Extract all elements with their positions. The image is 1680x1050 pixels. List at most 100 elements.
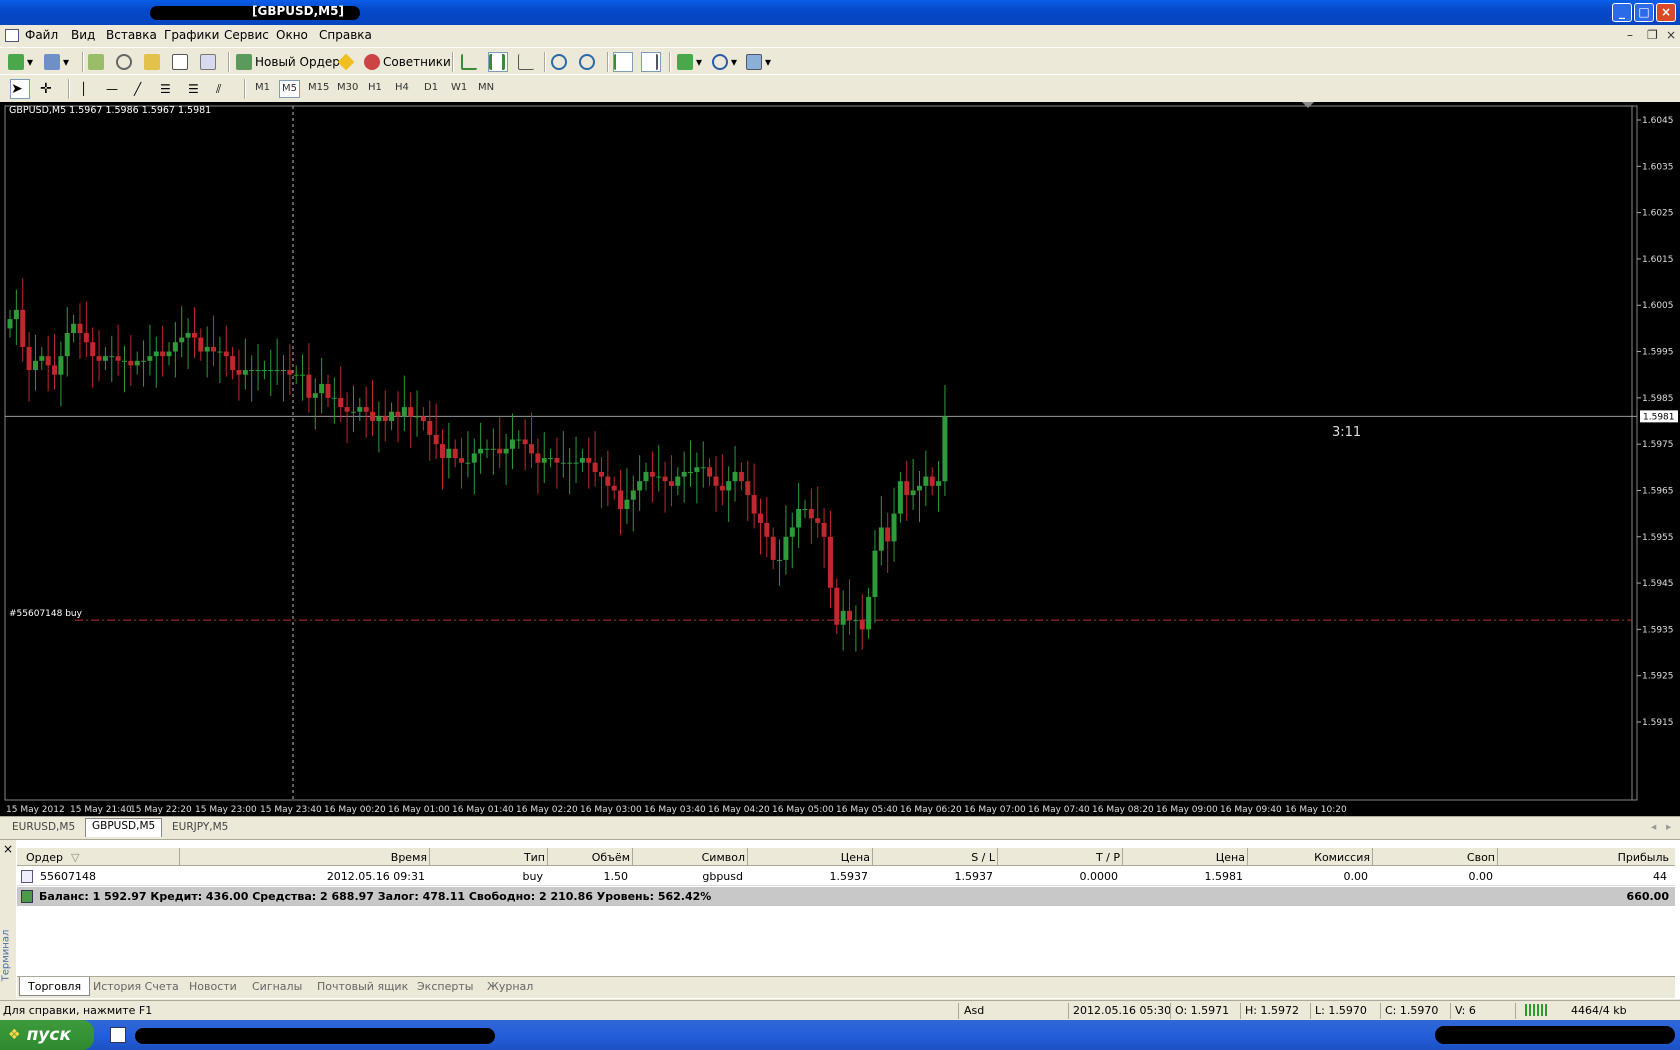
menu-charts[interactable]: Графики: [164, 28, 219, 42]
horizontal-line-tool[interactable]: —: [106, 79, 126, 99]
chart-shift-button[interactable]: [641, 52, 661, 72]
candle-body: [287, 370, 293, 375]
tf-h1[interactable]: H1: [368, 82, 382, 93]
candle-body: [236, 370, 242, 375]
candlestick-chart[interactable]: 1.6045 1.6035 1.6025 1.6015 1.6005 1.5995 1.59…: [0, 102, 1680, 816]
menu-file[interactable]: Файл: [25, 28, 58, 42]
tf-m30[interactable]: M30: [337, 82, 358, 93]
standard-toolbar: ▾ ▾ Новый Ордер Советники ▾ ▾ ▾: [0, 47, 1680, 74]
connection-icon: [1525, 1004, 1547, 1016]
col-commission[interactable]: Комиссия: [1314, 851, 1370, 864]
bar-chart-button[interactable]: [461, 52, 481, 72]
tab-alerts[interactable]: Сигналы: [252, 980, 302, 993]
candle-body: [446, 448, 452, 459]
candle-body: [630, 490, 636, 500]
periods-button[interactable]: ▾: [712, 52, 737, 72]
mdi-close-button[interactable]: ×: [1666, 28, 1676, 42]
candle-body: [936, 481, 942, 486]
col-current-price[interactable]: Цена: [1216, 851, 1245, 864]
menu-window[interactable]: Окно: [276, 28, 308, 42]
tab-mailbox[interactable]: Почтовый ящик: [317, 980, 408, 993]
cell-tp: 0.0000: [1079, 870, 1119, 883]
tf-d1[interactable]: D1: [424, 82, 438, 93]
candle-body: [834, 587, 840, 625]
tf-w1[interactable]: W1: [451, 82, 467, 93]
tab-scroll-right-icon[interactable]: ▸: [1660, 820, 1677, 837]
cursor-tool[interactable]: ➤: [10, 79, 30, 99]
col-sl[interactable]: S / L: [971, 851, 995, 864]
terminal-toggle-button[interactable]: [172, 52, 192, 72]
templates-button[interactable]: ▾: [746, 52, 771, 72]
col-profit[interactable]: Прибыль: [1618, 851, 1669, 864]
zoom-out-button[interactable]: [579, 52, 599, 72]
chart-window[interactable]: 1.6045 1.6035 1.6025 1.6015 1.6005 1.5995 1.59…: [0, 102, 1680, 816]
tf-m15[interactable]: M15: [308, 82, 329, 93]
minimize-button[interactable]: _: [1612, 3, 1632, 22]
vertical-line-icon: │: [80, 82, 88, 96]
menu-help[interactable]: Справка: [319, 28, 372, 42]
col-time[interactable]: Время: [391, 851, 427, 864]
alert-button[interactable]: [337, 52, 358, 72]
fan-tool[interactable]: ⫽: [216, 79, 236, 99]
close-button[interactable]: ×: [1656, 3, 1676, 22]
channel-tool[interactable]: ☰: [160, 79, 180, 99]
candle-body: [134, 360, 140, 366]
candle-body: [7, 319, 13, 329]
trendline-tool[interactable]: ╱: [134, 79, 154, 99]
tf-m5[interactable]: M5: [279, 80, 300, 98]
start-button[interactable]: ❖ пуск: [0, 1020, 94, 1050]
col-tp[interactable]: T / P: [1096, 851, 1120, 864]
current-price-label: 1.5981: [1643, 412, 1675, 422]
expert-advisors-button[interactable]: Советники: [364, 52, 451, 72]
col-volume[interactable]: Объём: [592, 851, 630, 864]
col-swap[interactable]: Своп: [1467, 851, 1495, 864]
line-chart-button[interactable]: [518, 52, 538, 72]
maximize-button[interactable]: □: [1634, 3, 1654, 22]
candle-body: [249, 370, 255, 372]
tab-journal[interactable]: Журнал: [487, 980, 533, 993]
tab-trade[interactable]: Торговля: [19, 977, 91, 996]
title-bar: [GBPUSD,M5] _ □ ×: [0, 0, 1680, 25]
tab-news[interactable]: Новости: [189, 980, 237, 993]
quicklaunch-icon[interactable]: [110, 1027, 126, 1043]
vertical-line-tool[interactable]: │: [80, 79, 100, 99]
tf-mn[interactable]: MN: [478, 82, 494, 93]
navigator-button[interactable]: [116, 52, 136, 72]
col-type[interactable]: Тип: [524, 851, 545, 864]
new-order-button[interactable]: Новый Ордер: [236, 52, 340, 72]
menu-view[interactable]: Вид: [71, 28, 95, 42]
strategy-tester-button[interactable]: [200, 52, 220, 72]
market-watch-button[interactable]: [88, 52, 108, 72]
new-chart-button[interactable]: ▾: [8, 52, 33, 72]
close-terminal-icon[interactable]: ×: [3, 842, 13, 856]
col-symbol[interactable]: Символ: [702, 851, 745, 864]
candle-body: [815, 518, 821, 523]
mdi-restore-button[interactable]: ❐: [1647, 28, 1658, 42]
mdi-minimize-button[interactable]: –: [1627, 28, 1633, 42]
candle-body: [141, 360, 147, 362]
auto-scroll-button[interactable]: [613, 52, 633, 72]
chart-tab-gbpusd[interactable]: GBPUSD,M5: [85, 818, 163, 837]
favorites-button[interactable]: [144, 52, 164, 72]
menu-insert[interactable]: Вставка: [106, 28, 157, 42]
col-order[interactable]: Ордер: [26, 851, 63, 864]
x-tick-label: 16 May 05:40: [836, 805, 898, 815]
tf-h4[interactable]: H4: [395, 82, 409, 93]
cell-swap: 0.00: [1468, 870, 1494, 883]
zoom-in-button[interactable]: [551, 52, 571, 72]
chart-tab-eurusd[interactable]: EURUSD,M5: [6, 820, 81, 837]
indicators-button[interactable]: ▾: [677, 52, 702, 72]
tf-m1[interactable]: M1: [255, 82, 270, 93]
col-price[interactable]: Цена: [841, 851, 870, 864]
table-row[interactable]: 55607148 2012.05.16 09:31 buy 1.50 gbpus…: [17, 867, 1675, 886]
fibo-tool[interactable]: ☰: [188, 79, 208, 99]
crosshair-tool[interactable]: ✛: [40, 79, 60, 99]
chart-tab-eurjpy[interactable]: EURJPY,M5: [166, 820, 234, 837]
profiles-button[interactable]: ▾: [44, 52, 69, 72]
candle-body: [90, 342, 96, 357]
menu-tools[interactable]: Сервис: [224, 28, 269, 42]
tab-experts[interactable]: Эксперты: [417, 980, 473, 993]
new-order-icon: [236, 54, 252, 70]
tab-account-history[interactable]: История Счета: [93, 980, 179, 993]
candlestick-button[interactable]: [488, 52, 508, 72]
